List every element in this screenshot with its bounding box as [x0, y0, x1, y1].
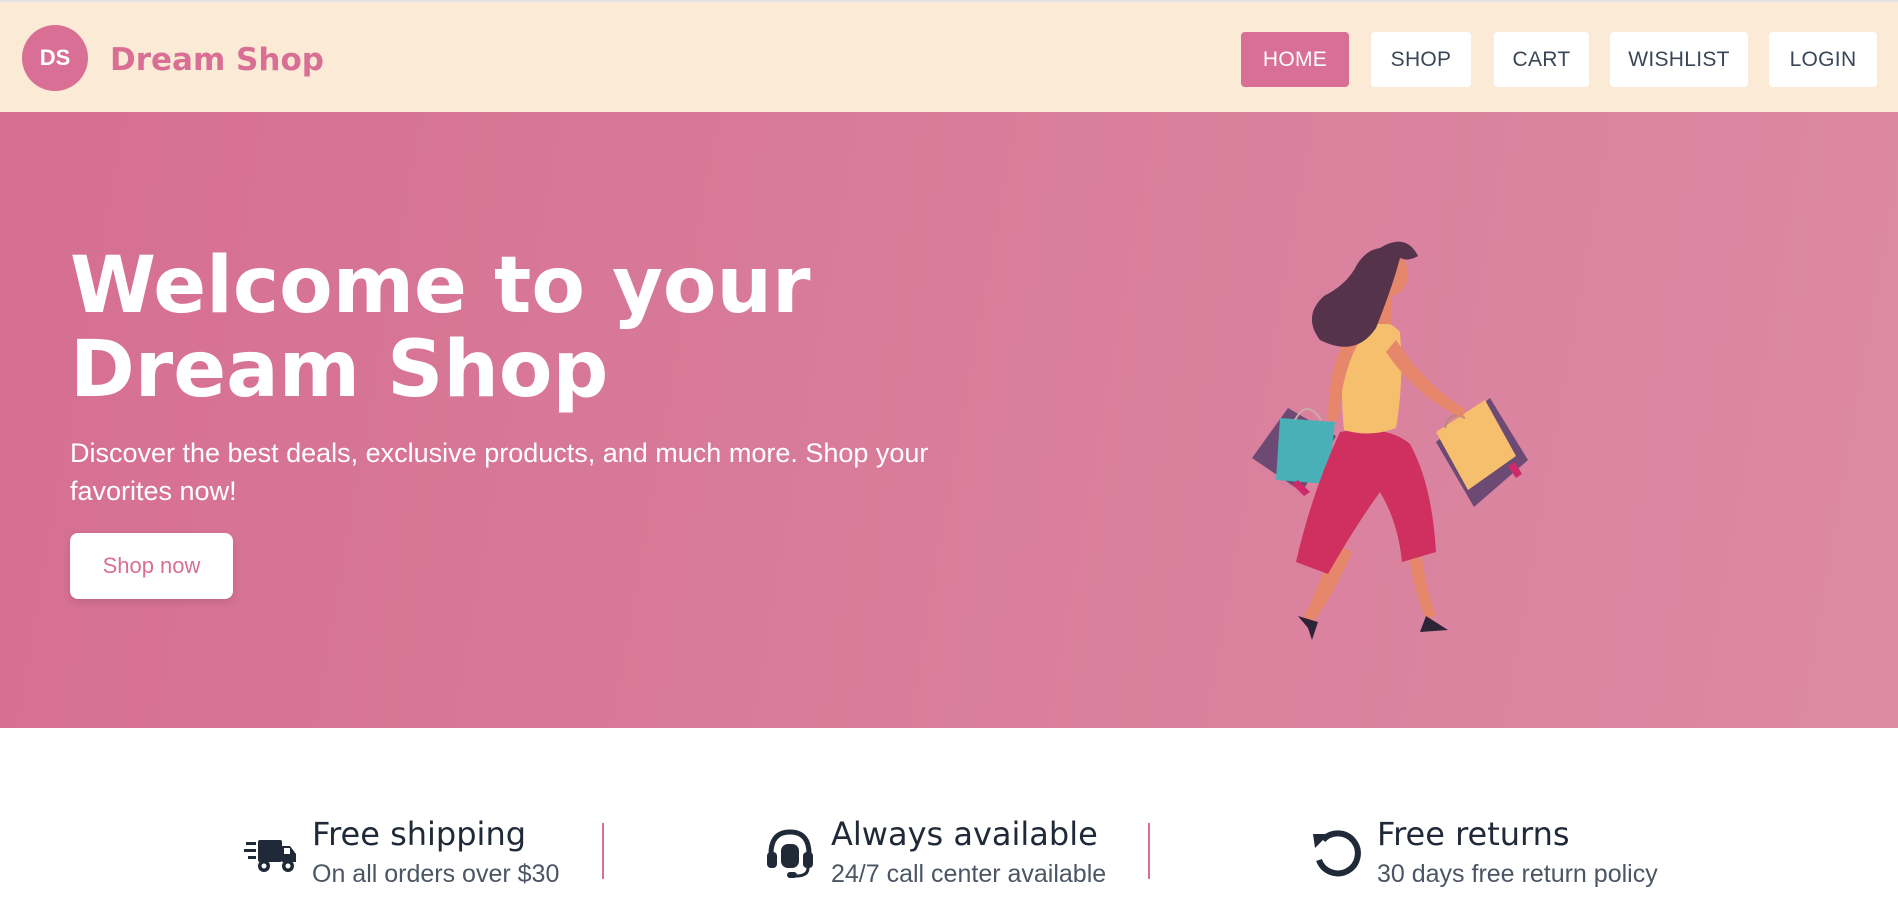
feature-divider: [602, 823, 604, 879]
feature-title: Always available: [831, 815, 1098, 853]
shipping-truck-icon: [244, 840, 296, 872]
nav-login-button[interactable]: LOGIN: [1769, 32, 1877, 87]
feature-divider: [1148, 823, 1150, 879]
nav-cart-button[interactable]: CART: [1494, 32, 1589, 87]
site-header: DS Dream Shop HOME SHOP CART WISHLIST LO…: [0, 0, 1898, 112]
shop-now-button[interactable]: Shop now: [70, 533, 233, 599]
hero-subtitle: Discover the best deals, exclusive produ…: [70, 438, 929, 506]
feature-free-returns: Free returns 30 days free return policy: [1309, 812, 1669, 892]
feature-title: Free shipping: [312, 815, 527, 853]
feature-free-shipping: Free shipping On all orders over $30: [244, 812, 574, 892]
hero-banner: Welcome to your Dream Shop Discover the …: [0, 112, 1898, 728]
feature-description: 30 days free return policy: [1377, 860, 1658, 888]
hero-title: Welcome to your Dream Shop: [70, 244, 970, 412]
headset-icon: [767, 829, 813, 878]
return-arrow-icon: [1313, 830, 1361, 877]
feature-title: Free returns: [1377, 815, 1570, 853]
feature-description: On all orders over $30: [312, 860, 560, 888]
hero-title-line1: Welcome to your: [70, 241, 811, 331]
hero-title-line2: Dream Shop: [70, 325, 609, 415]
feature-always-available: Always available 24/7 call center availa…: [763, 812, 1123, 892]
woman-shopping-bags-illustration: [1252, 241, 1528, 640]
nav-home-button[interactable]: HOME: [1241, 32, 1349, 87]
nav-shop-button[interactable]: SHOP: [1371, 32, 1471, 87]
nav-wishlist-button[interactable]: WISHLIST: [1610, 32, 1748, 87]
brand-name[interactable]: Dream Shop: [110, 40, 324, 80]
feature-description: 24/7 call center available: [831, 860, 1107, 888]
logo-badge[interactable]: DS: [22, 25, 88, 91]
